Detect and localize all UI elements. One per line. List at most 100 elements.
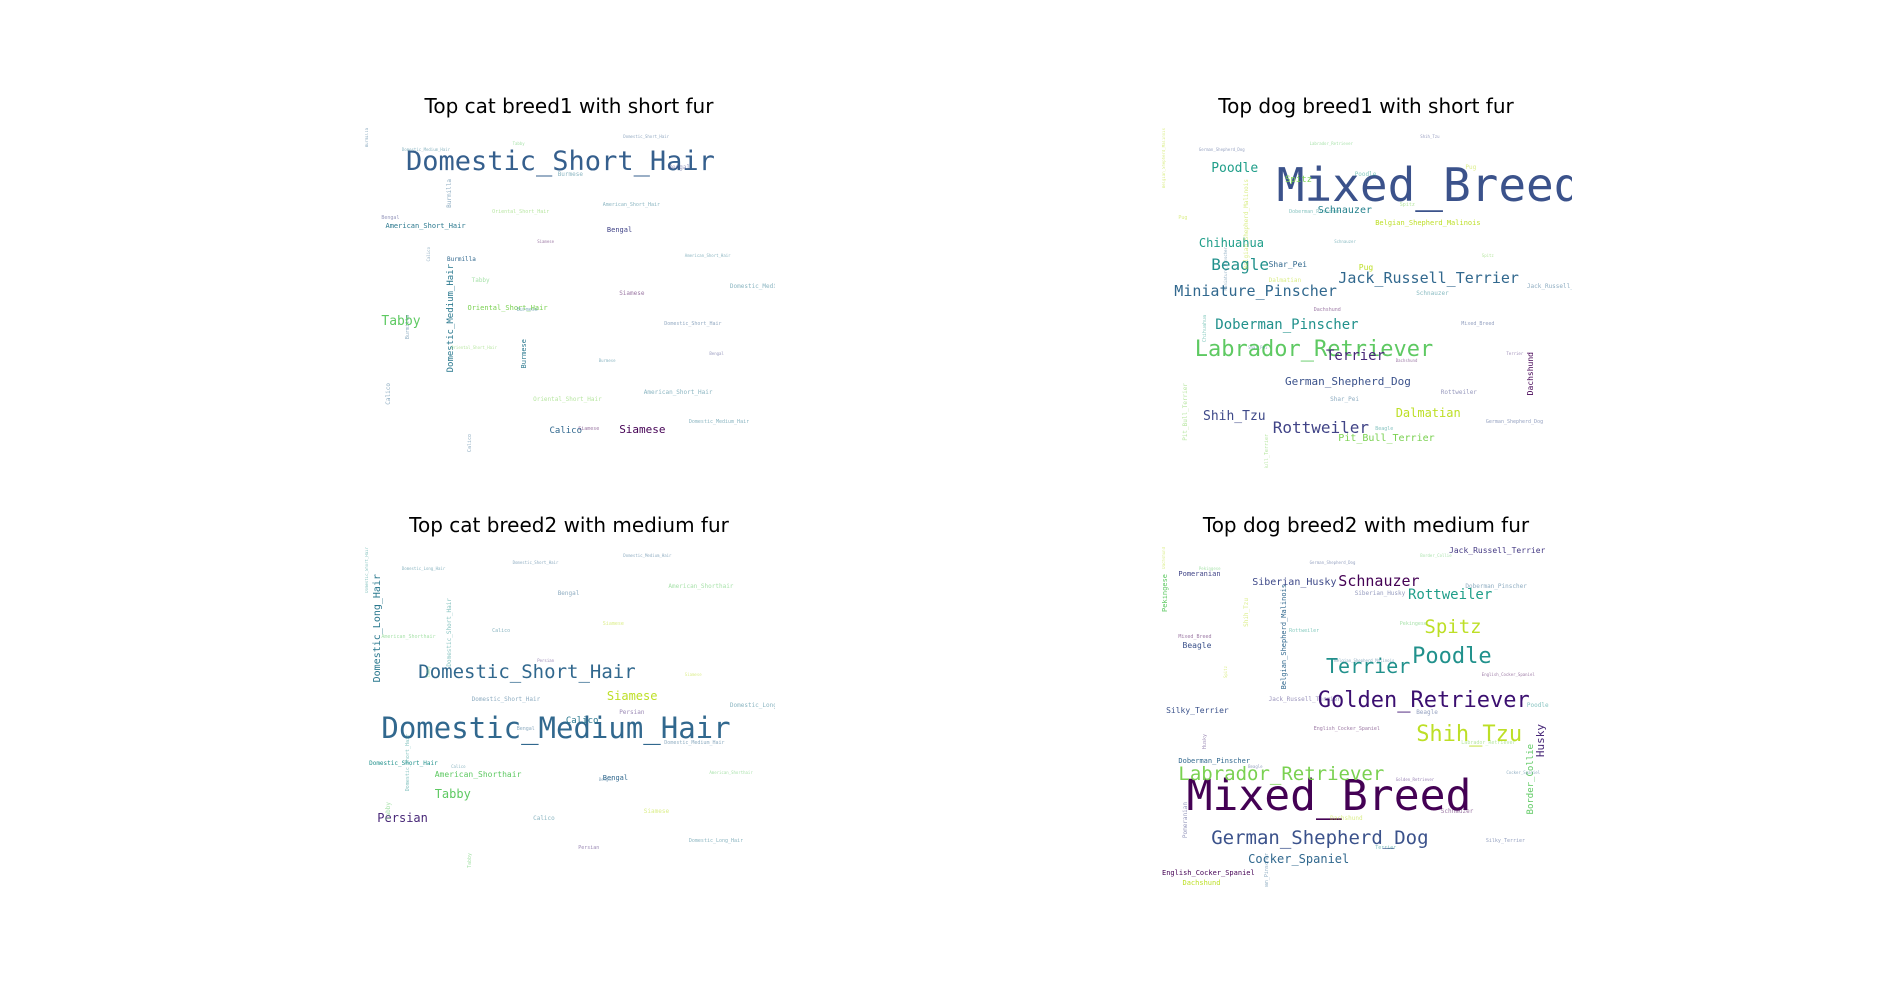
cloud-word: Calico <box>565 716 599 726</box>
cloud-word-small: Domestic_Short_Hair <box>446 598 453 667</box>
cloud-word-small: Tabby <box>512 140 525 146</box>
cloud-word: Domestic_Short_Hair <box>369 760 438 768</box>
cloud-word-small: Dachshund <box>1330 814 1363 822</box>
cloud-word-small: Domestic_Long_Hair <box>688 838 744 845</box>
cloud-word: Pit_Bull_Terrier <box>1338 433 1435 444</box>
cloud-word-small: Burmese <box>557 171 583 179</box>
cloud-word-small: Rottweiler <box>1440 388 1477 396</box>
cloud-word: Domestic_Medium_Hair <box>381 710 731 745</box>
cloud-word: Dachshund <box>1182 879 1221 887</box>
cloud-word-small: Spitz <box>1399 201 1415 208</box>
cloud-word-small: Doberman_Pinscher <box>1263 853 1270 887</box>
cloud-word-small: Tabby <box>471 276 490 284</box>
cloud-word-small: Tabby <box>384 802 392 821</box>
cloud-word-small: Siamese <box>578 426 600 433</box>
cloud-word: Dachshund <box>1525 352 1535 396</box>
cloud-word-small: Calico <box>533 814 555 822</box>
cloud-word-small: Domestic_Short_Hair <box>365 547 369 593</box>
cloud-word: Silky_Terrier <box>1166 705 1229 715</box>
cloud-word-small: Shih_Tzu <box>1243 598 1250 627</box>
cloud-word-small: Belgian_Shepherd_Malinois <box>1162 128 1166 189</box>
cloud-word-small: Dalmatian <box>1268 276 1302 284</box>
cloud-word-small: Silky_Terrier <box>1485 838 1526 845</box>
cloud-word-small: Terrier <box>1506 351 1524 357</box>
cloud-word-small: Oriental_Short_Hair <box>451 344 497 350</box>
cloud-word-small: Poodle <box>1354 171 1377 179</box>
cloud-word-small: Jack_Russell_Terrier <box>1268 695 1341 703</box>
cloud-word-small: Husky <box>1202 734 1208 750</box>
cloud-word-small: Pekingese <box>1198 566 1221 572</box>
word-cloud: Mixed_Breed Labrador_Retriever Jack_Russel… <box>1162 128 1572 468</box>
cloud-word-small: Domestic_Long_Hair <box>729 702 775 710</box>
cloud-word-small: Schnauzer <box>1440 807 1474 815</box>
cloud-word-small: Golden_Retriever <box>1395 777 1435 783</box>
cloud-word-small: Doberman_Pinscher <box>1289 208 1341 215</box>
cloud-word-small: English_Cocker_Spaniel <box>1313 726 1380 733</box>
cloud-word-small: Burmilla <box>365 128 369 148</box>
word-cloud: Domestic_Medium_Hair Domestic_Short_Hair D… <box>365 547 775 887</box>
cloud-word: Beagle <box>1211 255 1269 275</box>
cloud-word-small: German_Shepherd_Dog <box>1198 147 1245 153</box>
cloud-word-small: Siamese <box>602 620 624 627</box>
cloud-word-small: American_Shorthair <box>668 583 734 591</box>
cloud-word-small: Dachshund <box>1313 307 1341 314</box>
cloud-word-small: Siamese <box>643 807 670 815</box>
cloud-word-small: Domestic_Short_Hair <box>405 734 411 792</box>
cloud-word-small: Belgian_Shepherd_Malinois <box>1334 658 1395 664</box>
cloud-word-small: Burmese <box>598 358 616 364</box>
cloud-word: American_Short_Hair <box>385 222 466 231</box>
cloud-word-small: German_Shepherd_Dog <box>1485 419 1544 426</box>
cloud-word: Terrier <box>1326 348 1386 364</box>
cloud-word-small: German_Shepherd_Dog <box>1309 559 1356 565</box>
cloud-word: Burmese <box>519 338 528 369</box>
cloud-word-small: Pekingese <box>1399 620 1427 627</box>
panel-title: Top dog breed2 with medium fur <box>1202 513 1530 537</box>
word-cloud: Domestic_Short_Hair Tabby Domestic_Medium_… <box>365 128 775 468</box>
cloud-word: Shih_Tzu <box>1203 409 1266 425</box>
cloud-word-small: Spitz <box>1222 666 1228 679</box>
panel-title: Top cat breed2 with medium fur <box>409 513 729 537</box>
cloud-word-small: Calico <box>451 763 466 769</box>
cloud-word-small: Domestic_Long_Hair <box>401 566 446 572</box>
cloud-word-small: Belgian_Shepherd_Malinois <box>1243 179 1250 270</box>
cloud-word-small: Terrier <box>1375 845 1397 852</box>
cloud-word-small: Mixed_Breed <box>1178 634 1212 641</box>
cloud-word: Spitz <box>1424 616 1482 639</box>
cloud-word-small: Domestic_Short_Hair <box>512 559 559 565</box>
word-cloud: Mixed_Breed Golden_Retriever Shih_Tzu Labra… <box>1162 547 1572 887</box>
cloud-word-small: Calico <box>492 627 511 634</box>
cloud-word-small: Domestic_Medium_Hair <box>688 419 750 426</box>
panel-title: Top dog breed1 with short fur <box>1218 94 1514 118</box>
cloud-word-small: Dachshund <box>1162 547 1166 569</box>
cloud-word-small: Pug <box>1178 215 1188 222</box>
cloud-word-small: Bengal <box>516 726 535 733</box>
cloud-word-small: Spitz <box>1481 252 1494 258</box>
cloud-word: Calico <box>549 426 583 437</box>
cloud-word: Labrador_Retriever <box>1178 762 1385 785</box>
cloud-word: Doberman_Pinscher <box>1215 317 1359 334</box>
cloud-word-small: Persian <box>578 845 600 852</box>
cloud-word: Pug <box>1358 263 1374 272</box>
cloud-word: Belgian_Shepherd_Malinois <box>1279 584 1288 690</box>
cloud-word: Beagle <box>1182 641 1212 651</box>
cloud-word: Pekingese <box>1162 574 1169 613</box>
cloud-word-small: Domestic_Short_Hair <box>623 133 670 139</box>
cloud-word-small: Calico <box>384 383 392 405</box>
cloud-word-small: Beagle <box>1375 426 1394 433</box>
figure: { "chart_data": [ { "type": "wordcloud",… <box>0 0 1877 991</box>
cloud-word-small: Poodle <box>1526 702 1549 710</box>
cloud-word: Jack_Russell_Terrier <box>1449 547 1546 555</box>
cloud-word: Dalmatian <box>1395 405 1461 420</box>
cloud-word-small: Bengal <box>381 215 400 222</box>
cloud-word-small: Mixed_Breed <box>1461 320 1495 327</box>
cloud-word-small: Pug <box>1465 164 1477 172</box>
cloud-word: Border_Collie <box>1525 744 1536 815</box>
cloud-word: American_Shorthair <box>434 770 522 780</box>
cloud-word-small: Tabby <box>425 666 431 679</box>
cloud-word-small: Calico <box>466 434 473 453</box>
cloud-word-small: Bengal <box>557 590 580 598</box>
cloud-word-small: Oriental_Short_Hair <box>492 208 550 215</box>
cloud-word-small: Domestic_Medium_Hair <box>623 552 672 558</box>
cloud-word: Belgian_Shepherd_Malinois <box>1375 218 1481 227</box>
cloud-word-small: Border_Collie <box>1420 552 1452 558</box>
